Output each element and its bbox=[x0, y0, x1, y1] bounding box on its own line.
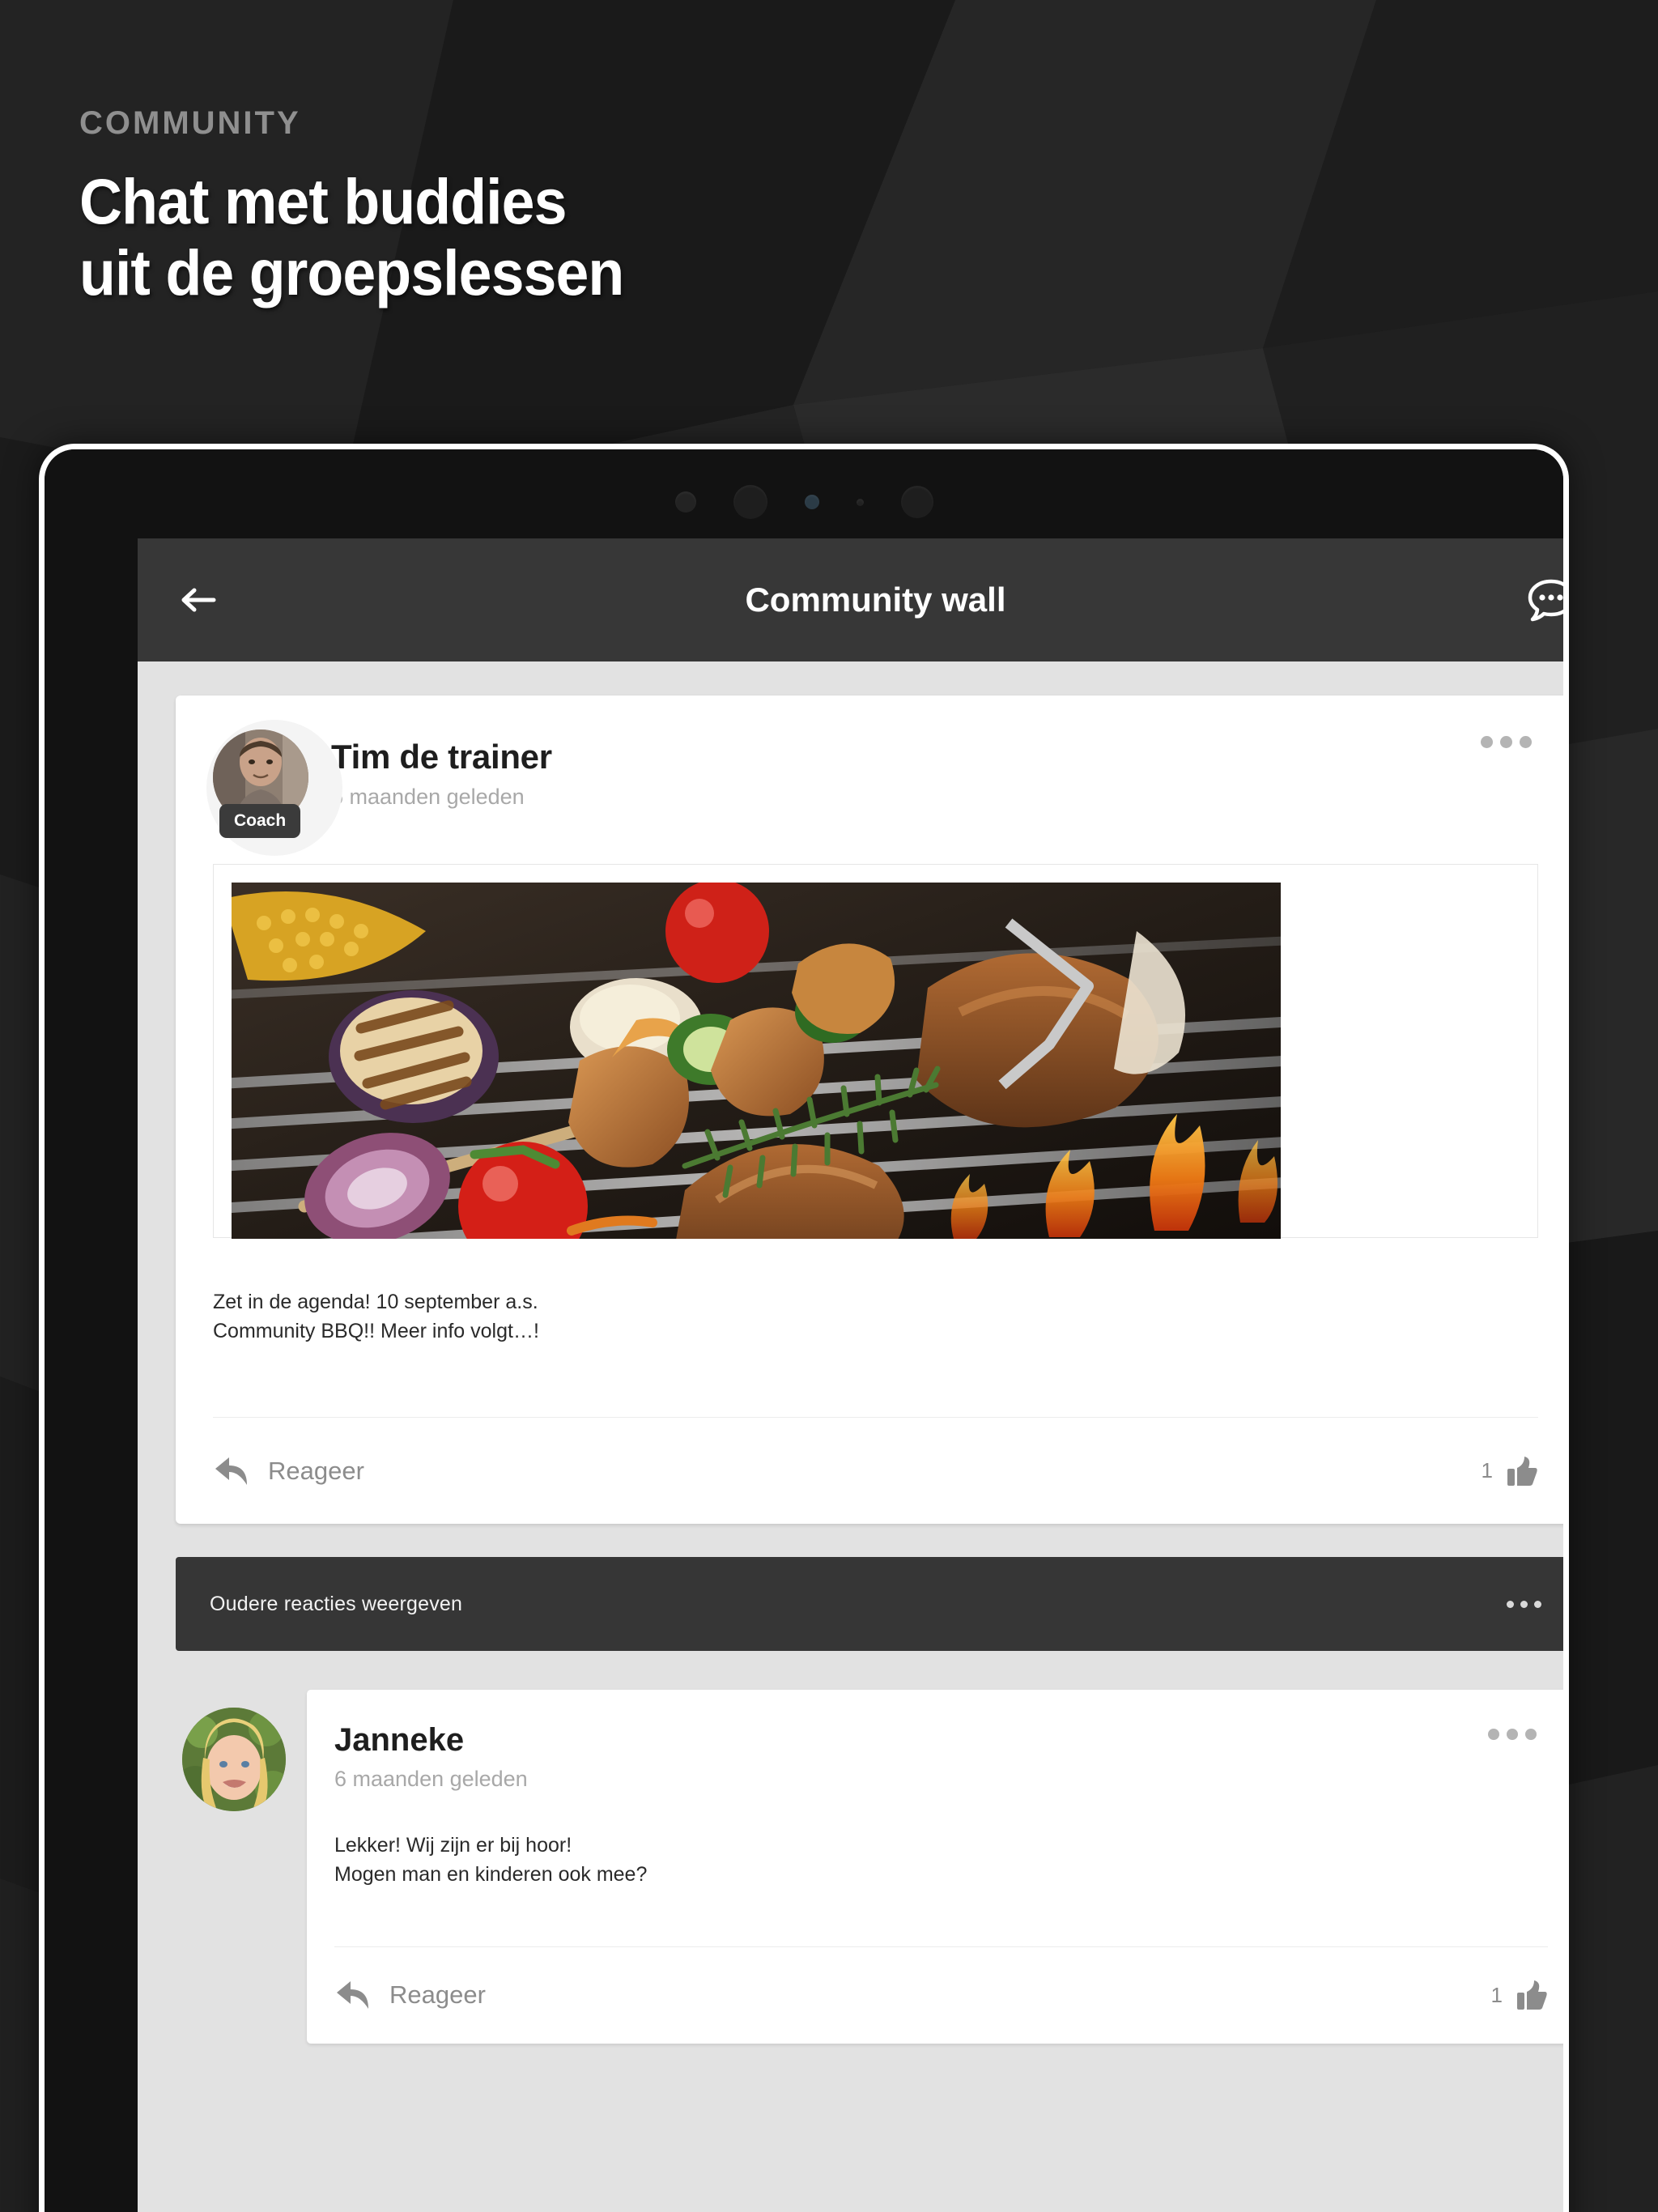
hero-title-line-2: uit de groepslessen bbox=[79, 236, 624, 309]
hero-text-block: COMMUNITY Chat met buddies uit de groeps… bbox=[79, 105, 665, 309]
speaker-dot-icon bbox=[900, 486, 933, 518]
dot bbox=[1525, 1729, 1537, 1740]
sensor-dot-icon bbox=[674, 491, 696, 513]
post-author-block: Tim de trainer 6 maanden geleden bbox=[331, 730, 552, 825]
dot bbox=[1507, 1600, 1514, 1608]
hero-eyebrow: COMMUNITY bbox=[79, 105, 301, 141]
comment-header: Janneke 6 maanden geleden bbox=[307, 1690, 1563, 1792]
reply-arrow-icon bbox=[213, 1454, 250, 1488]
post-text: Zet in de agenda! 10 september a.s. Comm… bbox=[213, 1288, 1538, 1346]
dot bbox=[1481, 736, 1493, 748]
post-reply-button[interactable]: Reageer bbox=[213, 1454, 364, 1488]
post-author-name: Tim de trainer bbox=[331, 738, 552, 776]
post-text-line-1: Zet in de agenda! 10 september a.s. bbox=[213, 1291, 538, 1313]
page-title: Chat met buddies uit de groepslessen bbox=[79, 165, 624, 309]
back-arrow-icon[interactable] bbox=[173, 575, 223, 625]
community-feed: Coach Tim de trainer 6 maanden geleden Z… bbox=[138, 661, 1563, 2044]
dot bbox=[1507, 1729, 1518, 1740]
reply-arrow-icon bbox=[334, 1978, 372, 2012]
screenshot-root: COMMUNITY Chat met buddies uit de groeps… bbox=[0, 0, 1658, 2212]
show-older-comments-label: Oudere reacties weergeven bbox=[210, 1592, 463, 1615]
post-image[interactable] bbox=[232, 883, 1281, 1239]
front-camera-icon bbox=[733, 485, 767, 519]
comment-reply-button[interactable]: Reageer bbox=[334, 1978, 486, 2012]
dot bbox=[1488, 1729, 1499, 1740]
dot bbox=[1520, 1600, 1528, 1608]
microphone-icon bbox=[856, 498, 864, 506]
comment-timestamp: 6 maanden geleden bbox=[334, 1767, 528, 1791]
post-avatar-wrapper: Coach bbox=[206, 720, 342, 856]
post-more-options-icon[interactable] bbox=[1473, 728, 1540, 756]
comment-card: Janneke 6 maanden geleden Lekker! Wij zi… bbox=[307, 1690, 1563, 2044]
coach-badge: Coach bbox=[219, 804, 301, 838]
dot bbox=[1534, 1600, 1541, 1608]
comment-author-name: Janneke bbox=[334, 1722, 465, 1758]
app-screen: Community wall Coach Tim de trainer 6 ma… bbox=[138, 538, 1563, 2212]
post-like-count: 1 bbox=[1481, 1458, 1493, 1482]
dot bbox=[1520, 736, 1532, 748]
post-header: Coach Tim de trainer 6 maanden geleden bbox=[176, 696, 1563, 856]
post-reply-label: Reageer bbox=[268, 1456, 364, 1485]
app-title: Community wall bbox=[745, 581, 1006, 619]
post-action-bar: Reageer 1 bbox=[213, 1417, 1538, 1524]
post-timestamp: 6 maanden geleden bbox=[331, 785, 525, 809]
tablet-sensor-array bbox=[45, 483, 1563, 521]
thumbs-up-icon bbox=[1516, 1979, 1548, 2011]
comment-action-bar: Reageer 1 bbox=[334, 1946, 1548, 2044]
post-text-line-2: Community BBQ!! Meer info volgt…! bbox=[213, 1319, 539, 1342]
comment-text: Lekker! Wij zijn er bij hoor! Mogen man … bbox=[334, 1831, 1548, 1890]
app-header-bar: Community wall bbox=[138, 538, 1563, 661]
tablet-device-frame: Community wall Coach Tim de trainer 6 ma… bbox=[39, 444, 1569, 2212]
post-like-button[interactable]: 1 bbox=[1482, 1455, 1538, 1487]
older-comments-more-options-icon[interactable] bbox=[1507, 1600, 1541, 1608]
hero-title-line-1: Chat met buddies bbox=[79, 165, 567, 237]
comment-text-line-2: Mogen man en kinderen ook mee? bbox=[334, 1863, 648, 1887]
comment-row: Janneke 6 maanden geleden Lekker! Wij zi… bbox=[176, 1690, 1563, 2044]
comment-text-line-1: Lekker! Wij zijn er bij hoor! bbox=[334, 1834, 572, 1857]
dot bbox=[1500, 736, 1512, 748]
post-card: Coach Tim de trainer 6 maanden geleden Z… bbox=[176, 696, 1563, 1524]
comment-avatar[interactable] bbox=[182, 1708, 286, 1811]
comment-more-options-icon[interactable] bbox=[1480, 1721, 1545, 1748]
comment-reply-label: Reageer bbox=[389, 1980, 486, 2009]
comment-like-button[interactable]: 1 bbox=[1491, 1979, 1548, 2011]
comment-like-count: 1 bbox=[1490, 1982, 1503, 2007]
thumbs-up-icon bbox=[1506, 1455, 1538, 1487]
chat-bubble-icon[interactable] bbox=[1524, 573, 1563, 627]
post-image-frame bbox=[213, 864, 1538, 1239]
show-older-comments-bar[interactable]: Oudere reacties weergeven bbox=[176, 1557, 1563, 1651]
light-sensor-icon bbox=[804, 495, 819, 509]
